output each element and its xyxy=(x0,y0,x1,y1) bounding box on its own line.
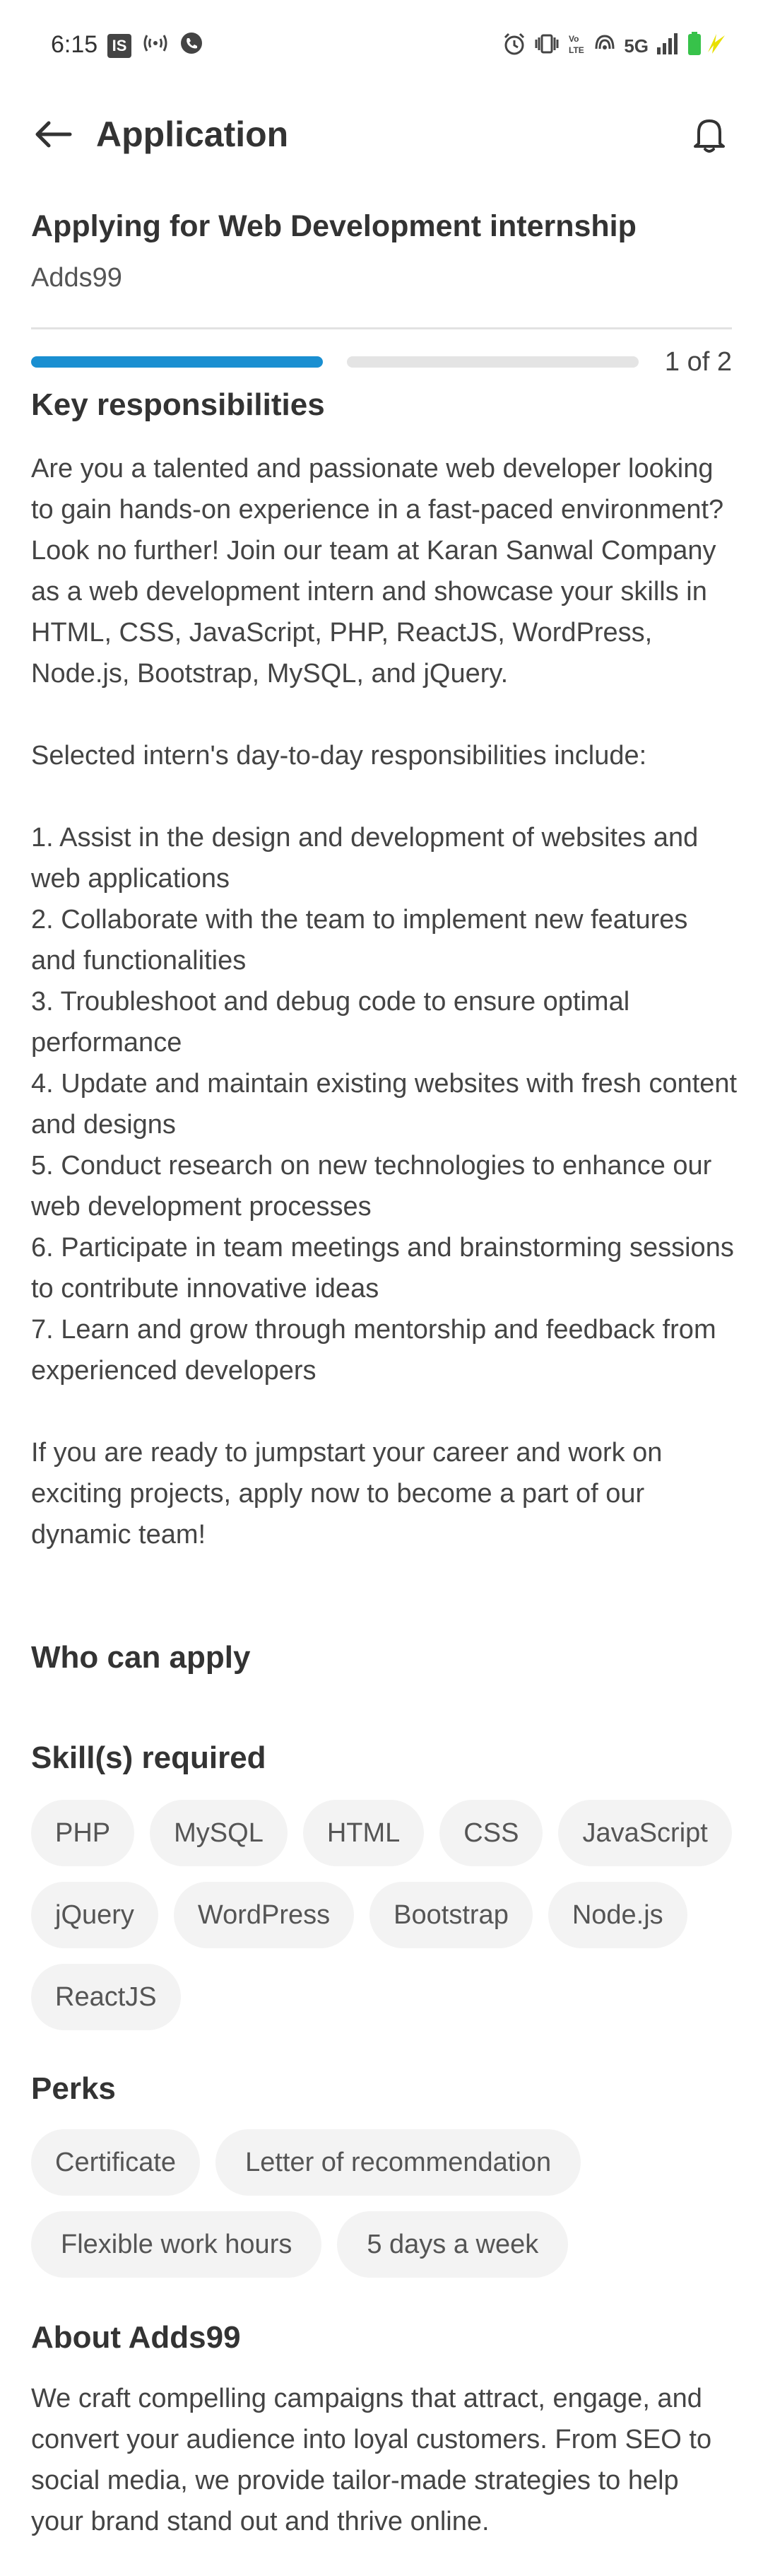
skill-chip: CSS xyxy=(439,1800,543,1866)
perks-chip-group: Certificate Letter of recommendation Fle… xyxy=(31,2129,738,2278)
progress-step-inactive xyxy=(347,356,639,368)
skill-chip: PHP xyxy=(31,1800,135,1866)
skill-chip: Bootstrap xyxy=(369,1882,533,1948)
progress-label: 1 of 2 xyxy=(664,347,732,377)
responsibilities-outro: If you are ready to jumpstart your caree… xyxy=(31,1438,663,1550)
list-item: 6. Participate in team meetings and brai… xyxy=(31,1233,734,1304)
app-bar: Application xyxy=(0,99,763,170)
skills-heading: Skill(s) required xyxy=(31,1740,266,1775)
skill-chip: jQuery xyxy=(31,1882,158,1948)
status-bar: 6:15 IS Vo LTE 5G xyxy=(0,0,763,92)
company-name: Adds99 xyxy=(31,263,122,293)
hotspot-icon xyxy=(593,32,617,61)
perk-chip: Flexible work hours xyxy=(31,2211,322,2278)
responsibilities-heading: Key responsibilities xyxy=(31,387,325,422)
alarm-icon xyxy=(502,32,526,61)
step-progress: 1 of 2 xyxy=(31,348,732,376)
skill-chip: Node.js xyxy=(548,1882,687,1948)
progress-step-active xyxy=(31,356,323,368)
svg-text:LTE: LTE xyxy=(569,45,584,55)
skills-chip-group: PHP MySQL HTML CSS JavaScript jQuery Wor… xyxy=(31,1800,738,2030)
back-button[interactable] xyxy=(28,112,78,157)
responsibilities-body: Are you a talented and passionate web de… xyxy=(31,448,738,1555)
page-title: Application xyxy=(96,115,289,154)
job-title: Applying for Web Development internship xyxy=(31,209,637,243)
responsibilities-list-intro: Selected intern's day-to-day responsibil… xyxy=(31,741,647,771)
list-item: 3. Troubleshoot and debug code to ensure… xyxy=(31,987,630,1058)
who-can-apply-heading: Who can apply xyxy=(31,1640,251,1675)
skill-chip: HTML xyxy=(302,1800,425,1866)
skill-chip: MySQL xyxy=(150,1800,288,1866)
perk-chip: Letter of recommendation xyxy=(215,2129,581,2196)
divider xyxy=(31,327,732,329)
list-item: 1. Assist in the design and development … xyxy=(31,823,699,894)
responsibilities-intro: Are you a talented and passionate web de… xyxy=(31,454,724,689)
list-item: 7. Learn and grow through mentorship and… xyxy=(31,1315,716,1386)
about-text: We craft compelling campaigns that attra… xyxy=(31,2384,712,2536)
perk-chip: 5 days a week xyxy=(337,2211,569,2278)
skill-chip: JavaScript xyxy=(558,1800,732,1866)
notification-badge-icon: IS xyxy=(107,34,131,58)
list-item: 4. Update and maintain existing websites… xyxy=(31,1069,738,1140)
wireless-icon xyxy=(141,31,170,61)
notifications-button[interactable] xyxy=(687,112,732,157)
about-heading: About Adds99 xyxy=(31,2320,241,2355)
status-left-icons: IS xyxy=(107,31,203,61)
status-time: 6:15 xyxy=(51,31,98,58)
call-icon xyxy=(179,31,203,61)
battery-charging-icon xyxy=(687,31,729,62)
5g-icon: 5G xyxy=(624,35,649,57)
signal-icon xyxy=(656,32,680,61)
volte-icon: Vo LTE xyxy=(567,32,586,61)
perks-heading: Perks xyxy=(31,2071,116,2106)
perk-chip: Certificate xyxy=(31,2129,201,2196)
list-item: 5. Conduct research on new technologies … xyxy=(31,1151,712,1222)
skill-chip: WordPress xyxy=(173,1882,355,1948)
vibrate-icon xyxy=(533,32,560,61)
list-item: 2. Collaborate with the team to implemen… xyxy=(31,905,688,976)
svg-text:Vo: Vo xyxy=(569,34,579,44)
bell-icon xyxy=(694,119,725,153)
skill-chip: ReactJS xyxy=(31,1964,181,2030)
status-right-icons: Vo LTE 5G xyxy=(502,31,729,62)
arrow-left-icon xyxy=(35,121,72,148)
